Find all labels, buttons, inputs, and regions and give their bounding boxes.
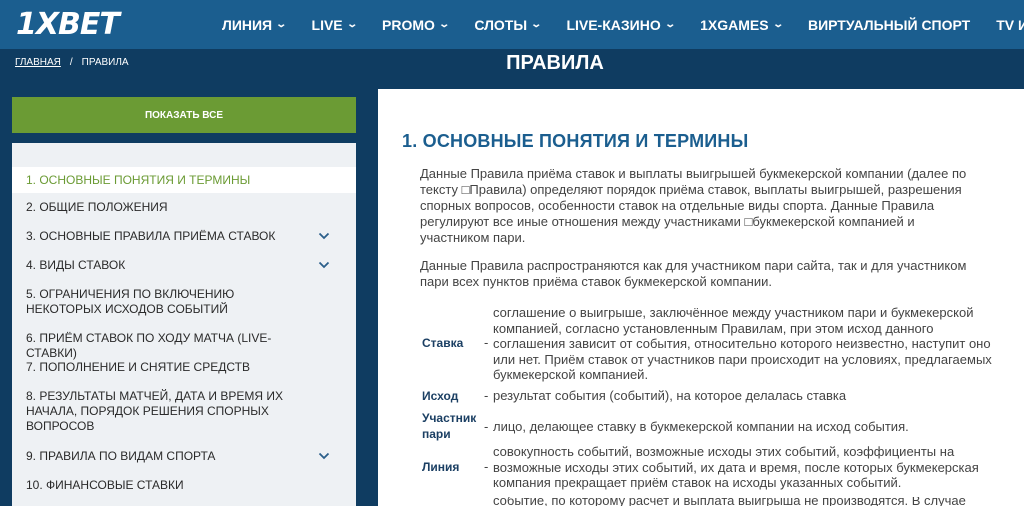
- chevron-down-icon: ⌄: [438, 19, 450, 30]
- chevron-down-icon[interactable]: [318, 450, 330, 462]
- sidebar-item-label: 10. ФИНАНСОВЫЕ СТАВКИ: [26, 478, 184, 492]
- sidebar-item-label: 9. ПРАВИЛА ПО ВИДАМ СПОРТА: [26, 449, 216, 463]
- nav-item-label: TV ИГРЫ: [996, 16, 1024, 33]
- sidebar-item-label: 8. РЕЗУЛЬТАТЫ МАТЧЕЙ, ДАТА И ВРЕМЯ ИХ НА…: [26, 389, 284, 433]
- rules-sidebar: ПОКАЗАТЬ ВСЕ 1. ОСНОВНЫЕ ПОНЯТИЯ И ТЕРМИ…: [12, 97, 356, 506]
- sidebar-item-results[interactable]: 8. РЕЗУЛЬТАТЫ МАТЧЕЙ, ДАТА И ВРЕМЯ ИХ НА…: [12, 389, 356, 434]
- sidebar-item-label: 4. ВИДЫ СТАВОК: [26, 258, 126, 272]
- definition-dash: -: [484, 335, 489, 350]
- chevron-down-icon: ⌄: [771, 19, 784, 30]
- nav-item-live[interactable]: LIVE ⌄: [311, 16, 358, 33]
- sidebar-item-deposits[interactable]: 7. ПОПОЛНЕНИЕ И СНЯТИЕ СРЕДСТВ: [12, 360, 356, 375]
- sidebar-item-label: 3. ОСНОВНЫЕ ПРАВИЛА ПРИЁМА СТАВОК: [26, 229, 276, 243]
- top-navbar: 1XBET ЛИНИЯ ⌄ LIVE ⌄ PROMO ⌄ СЛОТЫ ⌄ LIVE-КА…: [0, 0, 1024, 49]
- chevron-down-icon[interactable]: [318, 259, 330, 271]
- definition-term: Участник пари: [422, 411, 477, 441]
- definition-row: Линия - совокупность событий, возможные …: [420, 444, 995, 497]
- definition-desc: лицо, делающее ставку в букмекерской ком…: [493, 419, 909, 434]
- brand-logo[interactable]: 1XBET: [16, 7, 120, 42]
- sidebar-item-label: 7. ПОПОЛНЕНИЕ И СНЯТИЕ СРЕДСТВ: [26, 360, 250, 374]
- sidebar-item-basic-terms[interactable]: 1. ОСНОВНЫЕ ПОНЯТИЯ И ТЕРМИНЫ: [12, 167, 356, 193]
- nav-item-sloty[interactable]: СЛОТЫ ⌄: [474, 16, 543, 33]
- nav-item-tv-games[interactable]: TV ИГРЫ⌄: [996, 17, 1024, 33]
- definition-row: Участник пари - лицо, делающее ставку в …: [420, 409, 995, 443]
- chevron-down-icon: ⌄: [530, 19, 543, 30]
- chevron-down-icon[interactable]: [318, 230, 330, 242]
- nav-item-label: ЛИНИЯ: [222, 16, 273, 33]
- definition-term: Исход: [422, 389, 459, 403]
- definition-row: Ставка - соглашение о выигрыше, заключён…: [420, 303, 995, 383]
- page-title: ПРАВИЛА: [506, 52, 604, 74]
- chevron-down-icon: ⌄: [664, 19, 676, 30]
- sidebar-item-bet-types[interactable]: 4. ВИДЫ СТАВОК: [12, 258, 356, 273]
- definition-term: Ставка: [422, 336, 464, 350]
- chevron-down-icon: ⌄: [275, 19, 288, 30]
- rules-content: 1. ОСНОВНЫЕ ПОНЯТИЯ И ТЕРМИНЫ Данные Пра…: [378, 89, 1024, 506]
- sidebar-item-restrictions[interactable]: 5. ОГРАНИЧЕНИЯ ПО ВКЛЮЧЕНИЮ НЕКОТОРЫХ ИС…: [12, 287, 356, 317]
- definition-dash: -: [484, 419, 489, 434]
- definition-row: событие, по которому расчет и выплата вы…: [420, 497, 995, 506]
- main-nav: ЛИНИЯ ⌄ LIVE ⌄ PROMO ⌄ СЛОТЫ ⌄ LIVE-КАЗИНО ⌄ …: [222, 0, 1024, 49]
- show-all-button[interactable]: ПОКАЗАТЬ ВСЕ: [12, 97, 356, 133]
- definition-row: Исход - результат события (событий), на …: [420, 387, 995, 405]
- definition-desc: совокупность событий, возможные исходы э…: [493, 444, 979, 490]
- nav-item-label: LIVE-КАЗИНО: [566, 16, 661, 33]
- intro-paragraph: Данные Правила приёма ставок и выплаты в…: [420, 166, 967, 245]
- scope-paragraph: Данные Правила распространяются как для …: [420, 258, 967, 289]
- nav-item-liniya[interactable]: ЛИНИЯ ⌄: [222, 16, 288, 33]
- nav-item-promo[interactable]: PROMO ⌄: [382, 16, 450, 33]
- definition-desc: событие, по которому расчет и выплата вы…: [493, 497, 966, 506]
- sidebar-item-live-bets[interactable]: 6. ПРИЁМ СТАВОК ПО ХОДУ МАТЧА (LIVE-СТАВ…: [12, 331, 356, 361]
- chevron-down-icon: ⌄: [345, 19, 358, 30]
- nav-item-label: СЛОТЫ: [474, 16, 528, 33]
- nav-item-label: PROMO: [382, 16, 435, 33]
- definition-desc: результат события (событий), на которое …: [493, 388, 847, 403]
- section-heading: 1. ОСНОВНЫЕ ПОНЯТИЯ И ТЕРМИНЫ: [402, 131, 749, 151]
- sidebar-item-financial-bets[interactable]: 10. ФИНАНСОВЫЕ СТАВКИ: [12, 478, 356, 493]
- sidebar-item-general[interactable]: 2. ОБЩИЕ ПОЛОЖЕНИЯ: [12, 200, 356, 215]
- sidebar-item-sport-rules[interactable]: 9. ПРАВИЛА ПО ВИДАМ СПОРТА: [12, 449, 356, 464]
- definition-desc: соглашение о выигрыше, заключённое между…: [493, 305, 992, 382]
- sidebar-item-betting-rules[interactable]: 3. ОСНОВНЫЕ ПРАВИЛА ПРИЁМА СТАВОК: [12, 229, 356, 244]
- nav-item-1xgames[interactable]: 1XGAMES ⌄: [700, 16, 784, 33]
- sidebar-item-label: 5. ОГРАНИЧЕНИЯ ПО ВКЛЮЧЕНИЮ НЕКОТОРЫХ ИС…: [26, 287, 235, 316]
- definition-dash: -: [484, 459, 489, 474]
- nav-item-label: ВИРТУАЛЬНЫЙ СПОРТ: [807, 16, 971, 33]
- sidebar-item-label: 1. ОСНОВНЫЕ ПОНЯТИЯ И ТЕРМИНЫ: [26, 173, 251, 187]
- nav-item-label: 1XGAMES: [700, 16, 769, 33]
- sidebar-item-label: 6. ПРИЁМ СТАВОК ПО ХОДУ МАТЧА (LIVE-СТАВ…: [26, 331, 272, 360]
- nav-item-label: LIVE: [311, 16, 343, 33]
- sidebar-item-label: 2. ОБЩИЕ ПОЛОЖЕНИЯ: [26, 200, 168, 214]
- nav-item-live-casino[interactable]: LIVE-КАЗИНО ⌄: [566, 16, 676, 33]
- rules-menu: 1. ОСНОВНЫЕ ПОНЯТИЯ И ТЕРМИНЫ 2. ОБЩИЕ П…: [12, 143, 356, 506]
- definition-dash: -: [484, 388, 489, 403]
- definition-term: Линия: [422, 460, 460, 474]
- nav-item-virtual-sport[interactable]: ВИРТУАЛЬНЫЙ СПОРТ: [808, 17, 970, 33]
